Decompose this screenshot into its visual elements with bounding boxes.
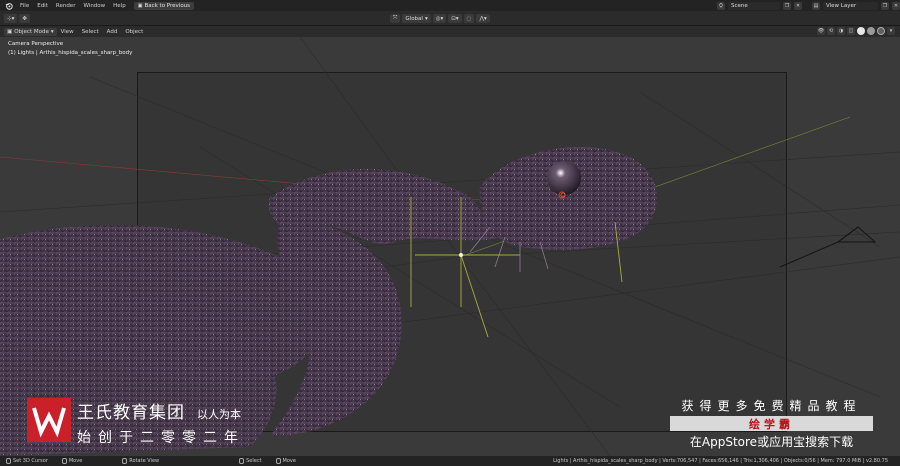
hint-label: Select xyxy=(246,458,262,464)
scene-render xyxy=(0,37,900,456)
store-line: 在AppStore或应用宝搜索下载 xyxy=(689,435,854,449)
view-layer-icon[interactable]: ▤ xyxy=(812,1,820,10)
status-bar: Set 3D Cursor Move Rotate View Select Mo… xyxy=(0,456,900,466)
company-logo xyxy=(27,398,71,442)
back-to-previous-label: Back to Previous xyxy=(144,2,191,9)
mouse-icon xyxy=(61,458,67,464)
orientation-icon[interactable]: ⤧ xyxy=(390,14,401,23)
material-shading-icon[interactable] xyxy=(867,27,875,35)
tool-settings-header: ⊹▾ ✥ ⤧ Global ▾ ◎▾ ⊡▾ ◌ ⋀▾ xyxy=(0,11,900,26)
gizmo-icon[interactable]: ⟲ xyxy=(827,27,835,35)
hint-label: Rotate View xyxy=(129,458,160,464)
mouse-icon xyxy=(239,458,245,464)
company-slogan: 以人为本 xyxy=(197,408,241,421)
hint-set-3d-cursor: Set 3D Cursor xyxy=(6,458,48,464)
proportional-edit-icon[interactable]: ◌ xyxy=(463,14,475,23)
viewport-header: ▣ Object Mode ▾ View Select Add Object 👁… xyxy=(0,26,900,37)
top-bar: File Edit Render Window Help ▣ Back to P… xyxy=(0,0,900,11)
pivot-point-icon[interactable]: ◎▾ xyxy=(432,14,447,23)
menu-add[interactable]: Add xyxy=(103,29,122,35)
camera-gizmo-icon xyxy=(779,226,877,268)
watermark-left: 王氏教育集团 以人为本 始创于二零零二年 xyxy=(27,398,245,447)
hint-move-2: Move xyxy=(275,458,296,464)
object-mode-label: Object Mode xyxy=(14,28,49,35)
xray-icon[interactable]: ◫ xyxy=(847,27,855,35)
snake-head xyxy=(469,147,657,272)
scene-field[interactable]: Scene xyxy=(728,1,780,10)
snake-eye xyxy=(547,161,581,195)
hint-label: Move xyxy=(68,458,83,464)
hint-select: Select xyxy=(239,458,262,464)
menu-file[interactable]: File xyxy=(16,3,33,9)
scene-icon[interactable]: ⛭ xyxy=(717,1,725,10)
mouse-icon xyxy=(122,458,128,464)
promo-line: 获得更多免费精品教程 xyxy=(681,399,862,413)
view-layer-field[interactable]: View Layer xyxy=(823,1,878,10)
blender-logo-icon[interactable] xyxy=(4,1,13,10)
scene-statistics: Lights | Arthis_hispida_scales_sharp_bod… xyxy=(553,458,888,464)
transform-orientation-label: Global xyxy=(405,15,423,22)
mouse-icon xyxy=(6,458,11,464)
company-founded: 始创于二零零二年 xyxy=(77,430,245,446)
menu-help[interactable]: Help xyxy=(109,3,130,9)
company-logo-icon xyxy=(32,407,66,438)
scene-close-icon[interactable]: ✕ xyxy=(794,1,802,10)
scene-selector: ⛭ Scene ❐ ✕ xyxy=(717,1,802,10)
visibility-icon[interactable]: 👁 xyxy=(817,27,825,35)
transform-icon[interactable]: ✥ xyxy=(19,14,30,23)
rendered-shading-icon[interactable] xyxy=(877,27,885,35)
view-layer-selector: ▤ View Layer ❐ ✕ xyxy=(812,1,900,10)
chevron-down-icon: ▾ xyxy=(50,28,54,35)
hint-move: Move xyxy=(61,458,83,464)
object-info-label: (1) Lights | Arthis_hispida_scales_sharp… xyxy=(8,50,133,56)
mouse-icon xyxy=(275,458,281,464)
hint-label: Move xyxy=(282,458,296,464)
fullscreen-icon: ▣ xyxy=(137,2,143,9)
solid-shading-icon[interactable] xyxy=(857,27,865,35)
menu-view[interactable]: View xyxy=(57,29,78,35)
scene-copy-icon[interactable]: ❐ xyxy=(783,1,791,10)
menu-select[interactable]: Select xyxy=(78,29,103,35)
view-name-label: Camera Perspective xyxy=(8,41,64,47)
viewport-shading-controls: 👁 ⟲ ◑ ◫ ▾ xyxy=(817,27,895,35)
back-to-previous-button[interactable]: ▣ Back to Previous xyxy=(133,1,195,10)
cursor-tool-icon[interactable]: ⊹▾ xyxy=(4,14,18,23)
company-name: 王氏教育集团 xyxy=(77,403,185,423)
hint-label: Set 3D Cursor xyxy=(13,458,48,464)
view-layer-copy-icon[interactable]: ❐ xyxy=(881,1,889,10)
menu-object[interactable]: Object xyxy=(121,29,147,35)
3d-viewport[interactable]: Camera Perspective (1) Lights | Arthis_h… xyxy=(0,37,900,456)
shading-options-icon[interactable]: ▾ xyxy=(887,27,895,35)
brand-banner: 绘学霸 xyxy=(670,416,873,431)
menu-render[interactable]: Render xyxy=(52,3,80,9)
view-layer-close-icon[interactable]: ✕ xyxy=(892,1,900,10)
object-mode-dropdown[interactable]: ▣ Object Mode ▾ xyxy=(4,27,57,36)
object-mode-icon: ▣ xyxy=(7,28,13,35)
overlay-icon[interactable]: ◑ xyxy=(837,27,845,35)
menu-edit[interactable]: Edit xyxy=(33,3,52,9)
chevron-down-icon: ▾ xyxy=(424,15,428,22)
menu-window[interactable]: Window xyxy=(79,3,109,9)
falloff-icon[interactable]: ⋀▾ xyxy=(476,14,490,23)
transform-orientation-dropdown[interactable]: Global ▾ xyxy=(402,14,431,23)
hint-rotate-view: Rotate View xyxy=(122,458,159,464)
snap-icon[interactable]: ⊡▾ xyxy=(448,14,462,23)
watermark-right: 获得更多免费精品教程 绘学霸 在AppStore或应用宝搜索下载 xyxy=(669,397,874,450)
